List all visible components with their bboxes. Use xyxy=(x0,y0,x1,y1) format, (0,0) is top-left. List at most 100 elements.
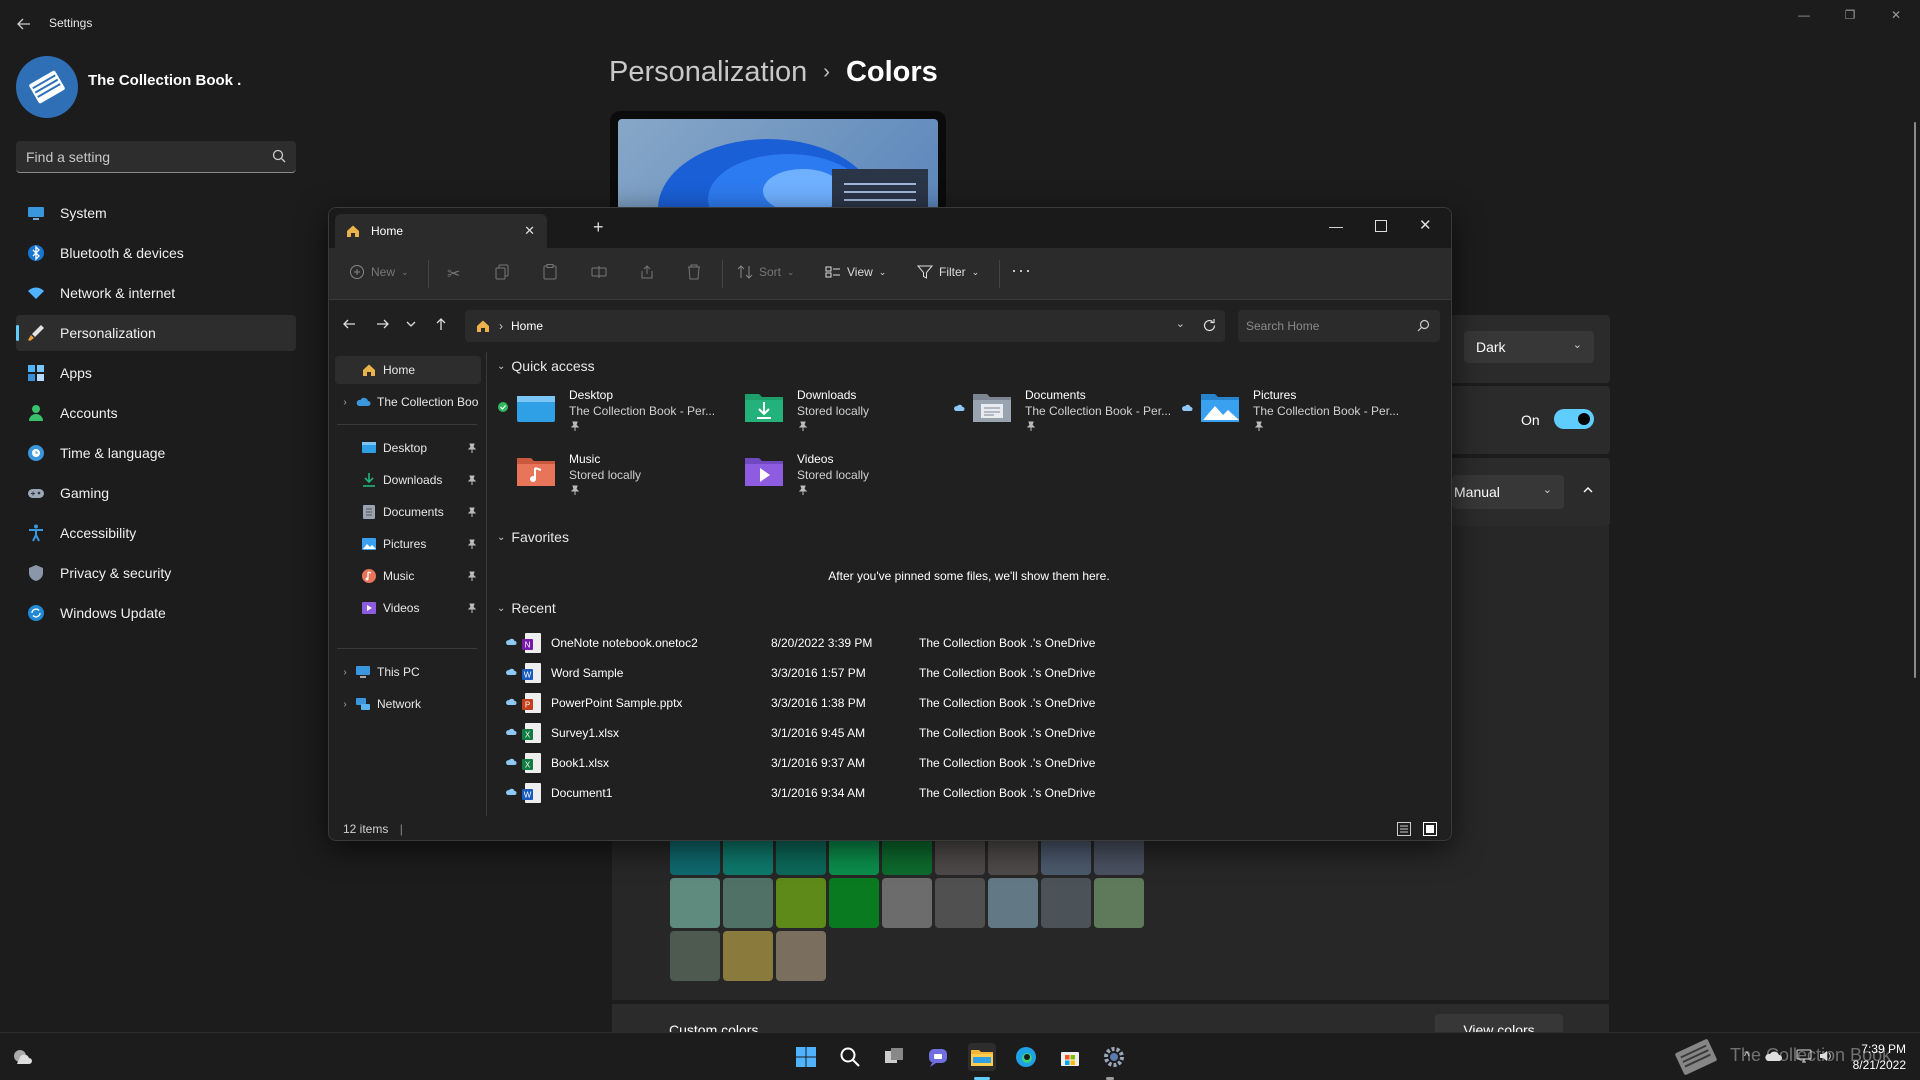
onedrive-tray-icon[interactable] xyxy=(1764,1049,1782,1063)
transparency-toggle[interactable] xyxy=(1554,409,1594,429)
start-icon[interactable] xyxy=(792,1043,820,1071)
pin-icon[interactable] xyxy=(467,507,477,517)
accent-color-swatch[interactable] xyxy=(1094,878,1144,928)
nav-music[interactable]: Music xyxy=(335,562,481,590)
recent-locations-icon[interactable] xyxy=(405,316,417,332)
breadcrumb-parent[interactable]: Personalization xyxy=(609,56,807,89)
sort-button[interactable]: Sort ⌄ xyxy=(737,264,795,280)
filter-button[interactable]: Filter ⌄ xyxy=(917,264,979,280)
volume-icon[interactable] xyxy=(1818,1048,1834,1064)
nav-network[interactable]: › Network xyxy=(335,690,481,718)
pin-icon[interactable] xyxy=(467,539,477,549)
recent-file-row[interactable]: X Survey1.xlsx 3/1/2016 9:45 AM The Collect… xyxy=(505,718,1205,748)
sidebar-item-apps[interactable]: Apps xyxy=(16,355,296,391)
restore-icon[interactable]: ❐ xyxy=(1840,8,1860,24)
sidebar-item-accounts[interactable]: Accounts xyxy=(16,395,296,431)
sidebar-item-accessibility[interactable]: Accessibility xyxy=(16,515,296,551)
edge-browser-icon[interactable] xyxy=(1012,1043,1040,1071)
file-explorer-icon[interactable] xyxy=(968,1043,996,1071)
cut-icon[interactable]: ✂ xyxy=(447,264,460,284)
recent-file-row[interactable]: W Document1 3/1/2016 9:34 AM The Collection… xyxy=(505,778,1205,808)
quick-access-documents[interactable]: Documents The Collection Book - Per... xyxy=(953,384,1173,436)
accent-color-swatch[interactable] xyxy=(1041,878,1091,928)
settings-gear-icon[interactable] xyxy=(1100,1043,1128,1071)
sidebar-item-time-language[interactable]: Time & language xyxy=(16,435,296,471)
pin-icon[interactable] xyxy=(467,475,477,485)
address-dropdown-icon[interactable]: ⌄ xyxy=(1176,317,1185,330)
refresh-icon[interactable] xyxy=(1202,318,1217,333)
address-bar[interactable]: › Home ⌄ xyxy=(465,310,1225,342)
expand-chevron-icon[interactable]: › xyxy=(335,667,355,678)
quick-access-pictures[interactable]: Pictures The Collection Book - Per... xyxy=(1181,384,1401,436)
microsoft-store-icon[interactable] xyxy=(1056,1043,1084,1071)
recent-file-row[interactable]: N OneNote notebook.onetoc2 8/20/2022 3:39 … xyxy=(505,628,1205,658)
view-button[interactable]: View ⌄ xyxy=(825,264,886,280)
accent-color-swatch[interactable] xyxy=(670,931,720,981)
explorer-search-input[interactable]: Search Home xyxy=(1238,310,1440,342)
close-window-icon[interactable]: ✕ xyxy=(1419,216,1432,234)
accent-color-swatch[interactable] xyxy=(776,931,826,981)
pin-icon[interactable] xyxy=(467,571,477,581)
settings-search-input[interactable]: Find a setting xyxy=(16,141,296,173)
sidebar-item-system[interactable]: System xyxy=(16,195,296,231)
avatar[interactable] xyxy=(16,56,78,118)
minimize-icon[interactable]: — xyxy=(1794,8,1814,24)
weather-icon[interactable] xyxy=(8,1043,36,1071)
copy-icon[interactable] xyxy=(495,264,509,280)
close-icon[interactable]: ✕ xyxy=(1886,8,1906,24)
tiles-view-icon[interactable] xyxy=(1423,822,1437,836)
quick-access-downloads[interactable]: Downloads Stored locally xyxy=(725,384,945,436)
accent-color-swatch[interactable] xyxy=(882,878,932,928)
pin-icon[interactable] xyxy=(467,603,477,613)
nav-this-pc[interactable]: › This PC xyxy=(335,658,481,686)
accent-color-swatch[interactable] xyxy=(670,878,720,928)
clock-date[interactable]: 8/21/2022 xyxy=(1836,1058,1906,1072)
pin-icon[interactable] xyxy=(467,443,477,453)
nav-pictures[interactable]: Pictures xyxy=(335,530,481,558)
clock-time[interactable]: 7:39 PM xyxy=(1836,1042,1906,1056)
recent-file-row[interactable]: P PowerPoint Sample.pptx 3/3/2016 1:38 PM T… xyxy=(505,688,1205,718)
nav-documents[interactable]: Documents xyxy=(335,498,481,526)
up-icon[interactable] xyxy=(433,316,449,332)
accent-color-swatch[interactable] xyxy=(723,931,773,981)
back-arrow-icon[interactable] xyxy=(14,14,34,34)
quick-access-videos[interactable]: Videos Stored locally xyxy=(725,448,945,500)
sidebar-item-privacy-security[interactable]: Privacy & security xyxy=(16,555,296,591)
nav-videos[interactable]: Videos xyxy=(335,594,481,622)
share-icon[interactable] xyxy=(639,264,655,280)
minimize-icon[interactable]: — xyxy=(1329,218,1343,234)
sidebar-item-gaming[interactable]: Gaming xyxy=(16,475,296,511)
nav-downloads[interactable]: Downloads xyxy=(335,466,481,494)
tray-overflow-icon[interactable]: ^ xyxy=(1744,1049,1750,1063)
maximize-icon[interactable] xyxy=(1375,220,1387,232)
sidebar-item-network-internet[interactable]: Network & internet xyxy=(16,275,296,311)
sidebar-item-personalization[interactable]: Personalization xyxy=(16,315,296,351)
accent-color-swatch[interactable] xyxy=(988,878,1038,928)
new-button[interactable]: New ⌄ xyxy=(349,264,409,280)
recent-header[interactable]: ⌄ Recent xyxy=(497,600,556,616)
back-icon[interactable] xyxy=(341,316,357,332)
delete-icon[interactable] xyxy=(687,264,701,280)
accent-color-swatch[interactable] xyxy=(935,878,985,928)
nav-home[interactable]: Home xyxy=(335,356,481,384)
address-text[interactable]: Home xyxy=(511,319,543,333)
expand-chevron-icon[interactable]: › xyxy=(335,397,355,408)
quick-access-music[interactable]: Music Stored locally xyxy=(497,448,717,500)
sidebar-item-windows-update[interactable]: Windows Update xyxy=(16,595,296,631)
expand-chevron-icon[interactable]: › xyxy=(335,699,355,710)
favorites-header[interactable]: ⌄ Favorites xyxy=(497,529,569,545)
quick-access-header[interactable]: ⌄ Quick access xyxy=(497,358,595,374)
search-icon[interactable] xyxy=(836,1043,864,1071)
accent-dropdown[interactable]: Manual ⌄ xyxy=(1452,475,1564,509)
settings-scrollbar[interactable] xyxy=(1914,122,1916,678)
accent-color-swatch[interactable] xyxy=(829,878,879,928)
more-options-icon[interactable]: ··· xyxy=(1011,260,1032,281)
teams-chat-icon[interactable] xyxy=(924,1043,952,1071)
sidebar-item-bluetooth-devices[interactable]: Bluetooth & devices xyxy=(16,235,296,271)
network-tray-icon[interactable] xyxy=(1796,1048,1812,1064)
nav-desktop[interactable]: Desktop xyxy=(335,434,481,462)
quick-access-desktop[interactable]: Desktop The Collection Book - Per... xyxy=(497,384,717,436)
collapse-chevron-icon[interactable] xyxy=(1574,478,1602,506)
tab-home[interactable]: Home ✕ xyxy=(335,214,547,248)
nav-onedrive[interactable]: › The Collection Boo xyxy=(335,388,481,416)
